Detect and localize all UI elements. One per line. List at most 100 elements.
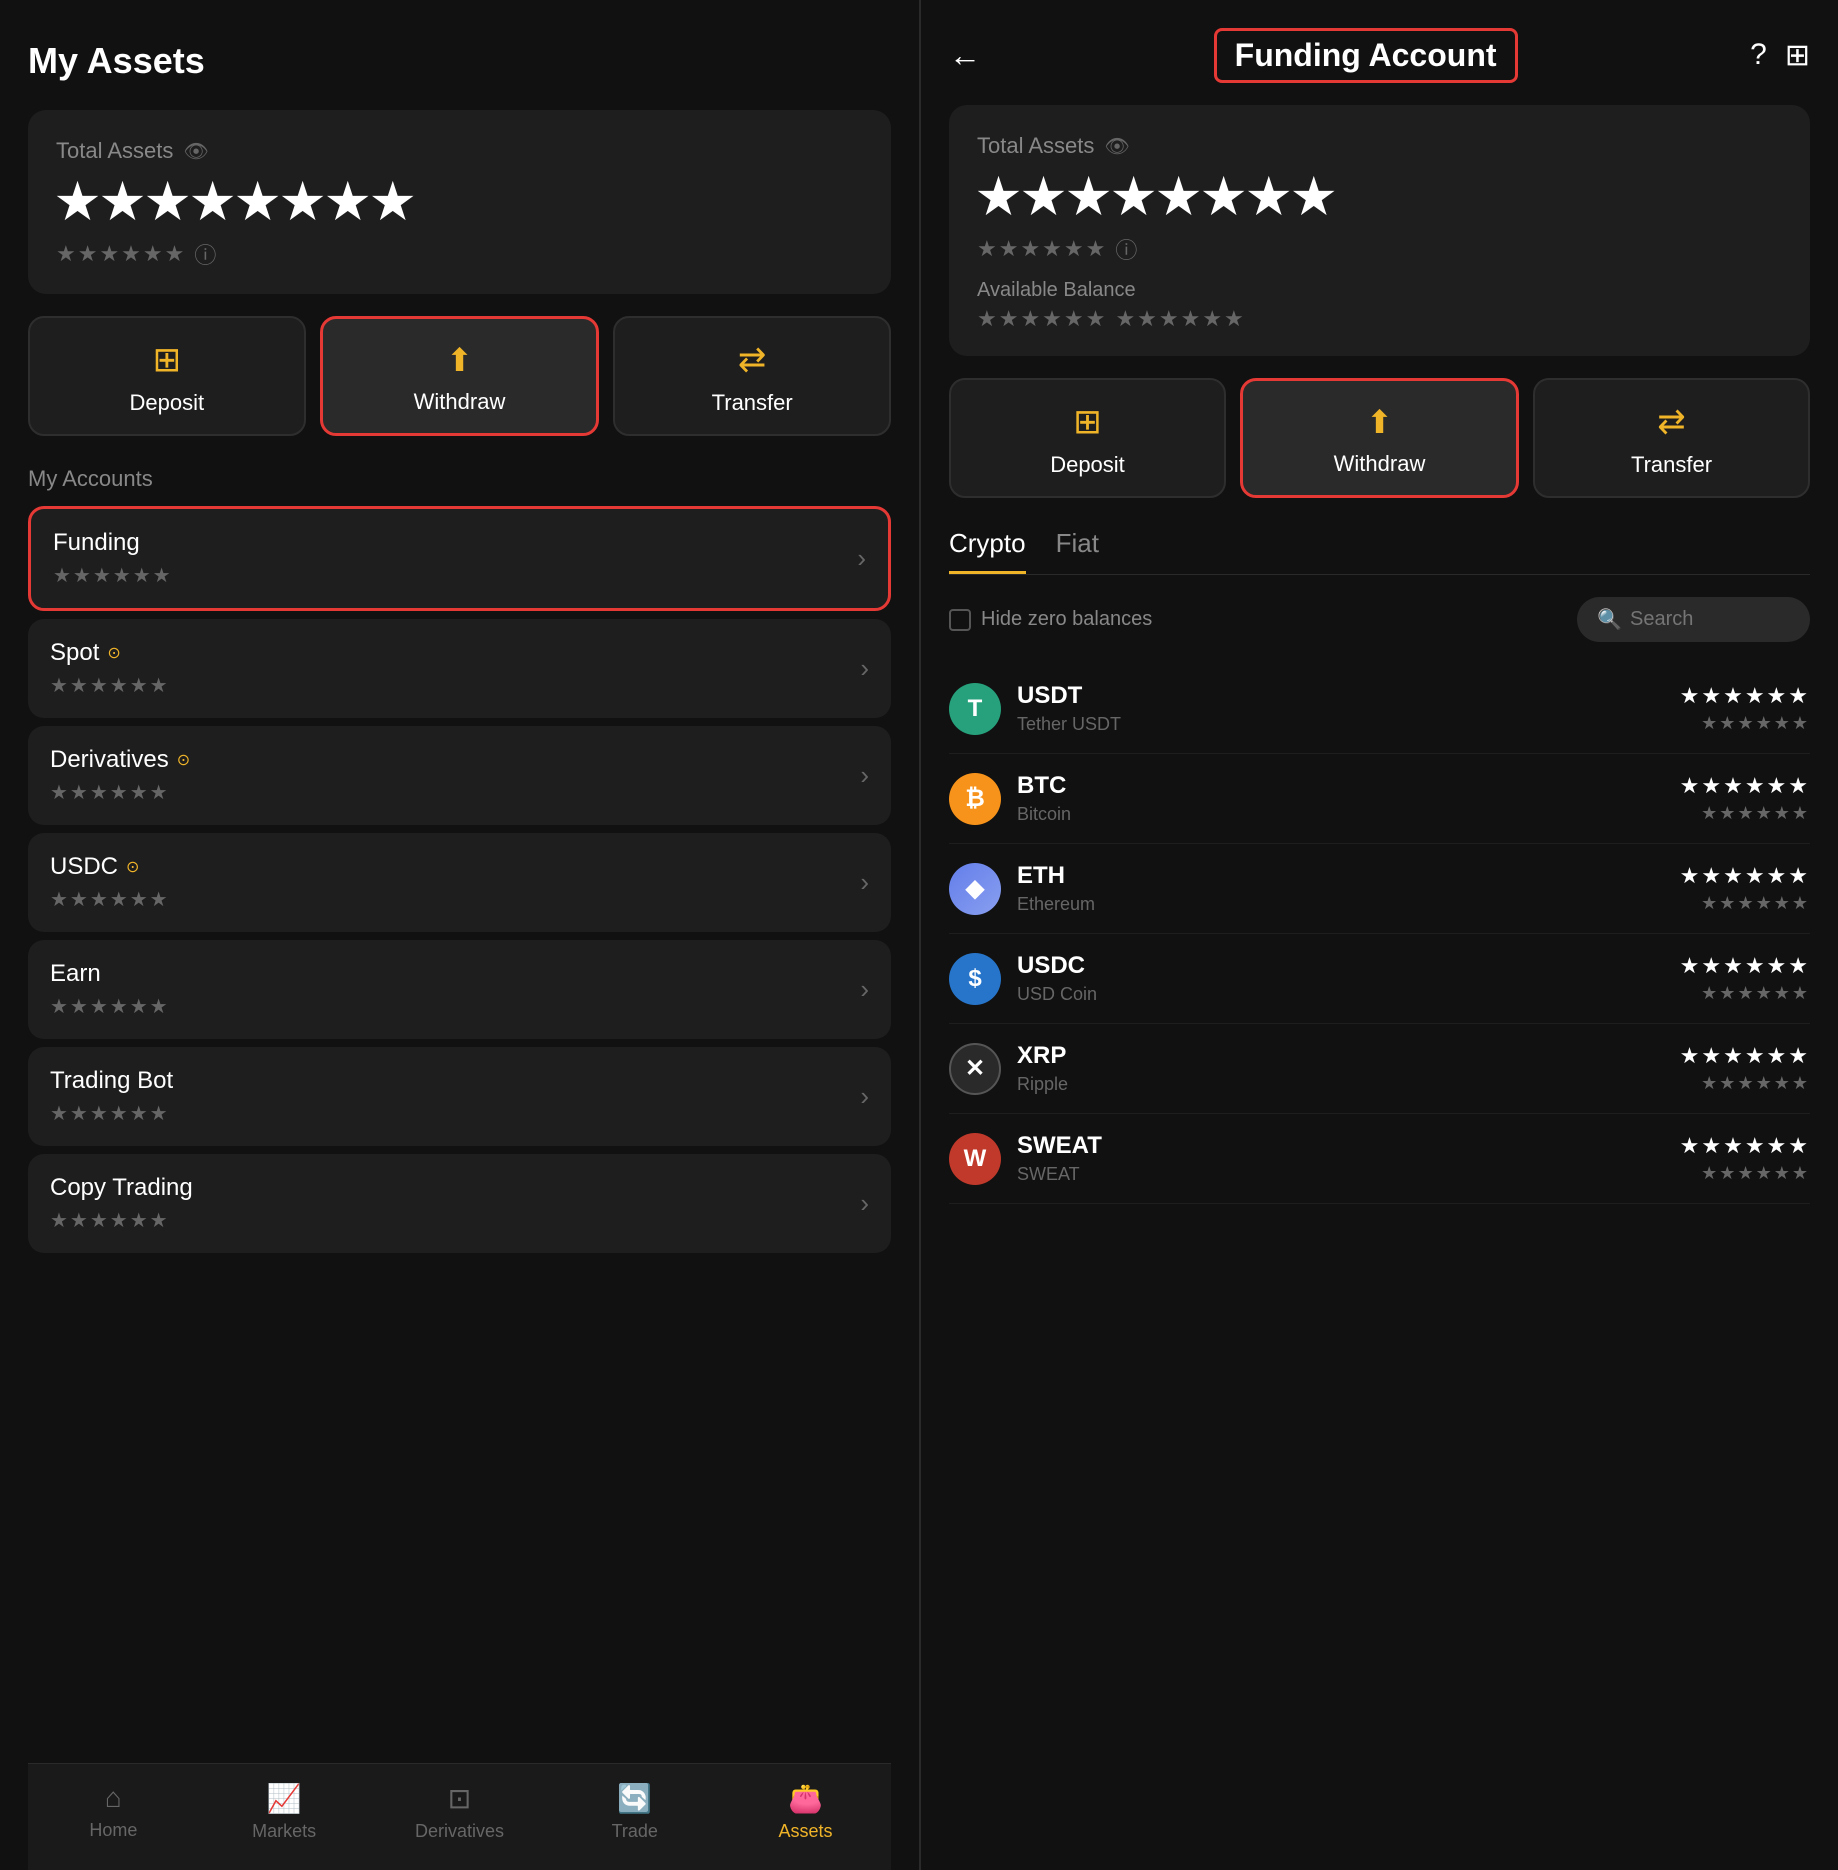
- right-panel: ← Funding Account ? ⊞ Total Assets 👁 ★★★…: [919, 0, 1838, 1870]
- nav-markets-label: Markets: [252, 1821, 316, 1842]
- spot-account-item[interactable]: Spot ⊙ ★★★★★★ ›: [28, 619, 891, 718]
- right-action-row: ⊞ Deposit ⬆ Withdraw ⇄ Transfer: [949, 378, 1810, 498]
- sweat-usd: ★★★★★★: [1701, 1163, 1810, 1184]
- withdraw-label: Withdraw: [414, 389, 506, 415]
- eth-symbol: ETH: [1017, 862, 1664, 890]
- derivatives-arrow-icon: ›: [860, 760, 869, 791]
- earn-name: Earn: [50, 960, 170, 988]
- right-transfer-button[interactable]: ⇄ Transfer: [1533, 378, 1810, 498]
- usdc-usd: ★★★★★★: [1701, 983, 1810, 1004]
- nav-assets-label: Assets: [779, 1821, 833, 1842]
- assets-label: Total Assets 👁: [56, 138, 863, 164]
- nav-home[interactable]: ⌂ Home: [73, 1782, 153, 1842]
- right-deposit-label: Deposit: [1050, 452, 1125, 478]
- transfer-label: Transfer: [712, 390, 793, 416]
- nav-home-label: Home: [89, 1820, 137, 1841]
- usdc-arrow-icon: ›: [860, 867, 869, 898]
- nav-derivatives[interactable]: ⊡ Derivatives: [415, 1782, 504, 1842]
- sweat-name: SWEAT: [1017, 1164, 1664, 1185]
- available-balance-value: ★★★★★★ ★★★★★★: [977, 306, 1782, 332]
- derivatives-name: Derivatives: [50, 746, 169, 774]
- help-icon[interactable]: ?: [1750, 38, 1767, 73]
- right-withdraw-label: Withdraw: [1334, 451, 1426, 477]
- hide-zero-balances-toggle[interactable]: Hide zero balances: [949, 608, 1152, 631]
- usdc-item[interactable]: $ USDC USD Coin ★★★★★★ ★★★★★★: [949, 934, 1810, 1024]
- usdc-name: USDC: [50, 853, 118, 881]
- usdc-logo: $: [949, 953, 1001, 1005]
- search-icon: 🔍: [1597, 607, 1622, 632]
- right-withdraw-button[interactable]: ⬆ Withdraw: [1240, 378, 1519, 498]
- usdc-amount: ★★★★★★: [1680, 953, 1810, 979]
- right-info-icon[interactable]: ⓘ: [1115, 233, 1137, 265]
- earn-arrow-icon: ›: [860, 974, 869, 1005]
- sweat-item[interactable]: W SWEAT SWEAT ★★★★★★ ★★★★★★: [949, 1114, 1810, 1204]
- eth-item[interactable]: ◆ ETH Ethereum ★★★★★★ ★★★★★★: [949, 844, 1810, 934]
- right-transfer-label: Transfer: [1631, 452, 1712, 478]
- copy-trading-name: Copy Trading: [50, 1174, 193, 1202]
- available-balance-label: Available Balance: [977, 279, 1782, 302]
- xrp-item[interactable]: ✕ XRP Ripple ★★★★★★ ★★★★★★: [949, 1024, 1810, 1114]
- usdc-dot-icon: ⊙: [126, 857, 139, 877]
- withdraw-button[interactable]: ⬆ Withdraw: [320, 316, 600, 436]
- menu-icon[interactable]: ⊞: [1785, 38, 1810, 73]
- home-icon: ⌂: [105, 1782, 122, 1814]
- withdraw-icon: ⬆: [446, 341, 473, 379]
- nav-derivatives-label: Derivatives: [415, 1821, 504, 1842]
- usdt-logo: T: [949, 683, 1001, 735]
- tab-fiat[interactable]: Fiat: [1056, 528, 1099, 574]
- info-icon[interactable]: ⓘ: [194, 238, 216, 270]
- deposit-button[interactable]: ⊞ Deposit: [28, 316, 306, 436]
- back-button[interactable]: ←: [949, 37, 981, 74]
- usdt-usd: ★★★★★★: [1701, 713, 1810, 734]
- eth-name: Ethereum: [1017, 894, 1664, 915]
- left-panel: My Assets Total Assets 👁 ★★★★★★★★ ★★★★★★…: [0, 0, 919, 1870]
- nav-trade[interactable]: 🔄 Trade: [595, 1782, 675, 1842]
- hide-assets-icon[interactable]: 👁: [183, 139, 208, 164]
- right-hide-assets-icon[interactable]: 👁: [1104, 134, 1129, 159]
- sweat-amount: ★★★★★★: [1680, 1133, 1810, 1159]
- nav-assets[interactable]: 👛 Assets: [766, 1782, 846, 1842]
- funding-arrow-icon: ›: [857, 543, 866, 574]
- btc-item[interactable]: ₿ BTC Bitcoin ★★★★★★ ★★★★★★: [949, 754, 1810, 844]
- trading-bot-name: Trading Bot: [50, 1067, 173, 1095]
- transfer-icon: ⇄: [738, 340, 767, 380]
- tab-crypto[interactable]: Crypto: [949, 528, 1026, 574]
- assets-value: ★★★★★★★★: [56, 174, 863, 230]
- earn-value: ★★★★★★: [50, 994, 170, 1019]
- crypto-search-input[interactable]: [1630, 608, 1790, 631]
- funding-account-item[interactable]: Funding ★★★★★★ ›: [28, 506, 891, 611]
- hide-zero-checkbox[interactable]: [949, 609, 971, 631]
- crypto-search-box[interactable]: 🔍: [1577, 597, 1810, 642]
- xrp-usd: ★★★★★★: [1701, 1073, 1810, 1094]
- copy-trading-account-item[interactable]: Copy Trading ★★★★★★ ›: [28, 1154, 891, 1253]
- spot-value: ★★★★★★: [50, 673, 170, 698]
- xrp-name: Ripple: [1017, 1074, 1664, 1095]
- usdt-name: Tether USDT: [1017, 714, 1664, 735]
- trading-bot-account-item[interactable]: Trading Bot ★★★★★★ ›: [28, 1047, 891, 1146]
- usdc-account-item[interactable]: USDC ⊙ ★★★★★★ ›: [28, 833, 891, 932]
- right-deposit-button[interactable]: ⊞ Deposit: [949, 378, 1226, 498]
- copy-trading-arrow-icon: ›: [860, 1188, 869, 1219]
- bottom-nav: ⌂ Home 📈 Markets ⊡ Derivatives 🔄 Trade 👛…: [28, 1763, 891, 1870]
- action-row: ⊞ Deposit ⬆ Withdraw ⇄ Transfer: [28, 316, 891, 436]
- account-list: Funding ★★★★★★ › Spot ⊙ ★★★★★★ › Derivat…: [28, 506, 891, 1253]
- earn-account-item[interactable]: Earn ★★★★★★ ›: [28, 940, 891, 1039]
- eth-usd: ★★★★★★: [1701, 893, 1810, 914]
- spot-name: Spot: [50, 639, 99, 667]
- xrp-amount: ★★★★★★: [1680, 1043, 1810, 1069]
- funding-account-title: Funding Account: [1214, 28, 1518, 83]
- assets-icon: 👛: [788, 1782, 823, 1815]
- nav-markets[interactable]: 📈 Markets: [244, 1782, 324, 1842]
- crypto-fiat-tabs: Crypto Fiat: [949, 528, 1810, 575]
- filter-row: Hide zero balances 🔍: [949, 597, 1810, 642]
- btc-usd: ★★★★★★: [1701, 803, 1810, 824]
- eth-amount: ★★★★★★: [1680, 863, 1810, 889]
- usdt-symbol: USDT: [1017, 682, 1664, 710]
- eth-logo: ◆: [949, 863, 1001, 915]
- spot-dot-icon: ⊙: [107, 643, 120, 663]
- usdt-item[interactable]: T USDT Tether USDT ★★★★★★ ★★★★★★: [949, 664, 1810, 754]
- transfer-button[interactable]: ⇄ Transfer: [613, 316, 891, 436]
- right-header: ← Funding Account ? ⊞: [949, 28, 1810, 83]
- derivatives-account-item[interactable]: Derivatives ⊙ ★★★★★★ ›: [28, 726, 891, 825]
- deposit-icon: ⊞: [153, 340, 182, 380]
